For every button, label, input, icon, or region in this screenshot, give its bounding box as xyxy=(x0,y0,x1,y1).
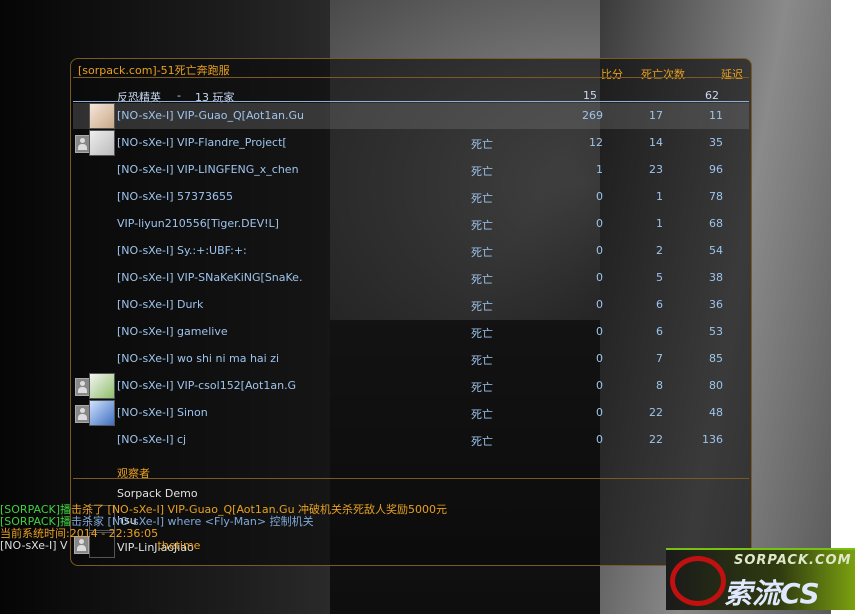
sketch-avatar xyxy=(89,130,115,156)
player-status: 死亡 xyxy=(471,435,493,448)
player-row: [NO-sXe-I] VIP-Flandre_Project[ 死亡 12 14 35 xyxy=(73,130,749,156)
player-row: [NO-sXe-I] gamelive 死亡 0 6 53 xyxy=(73,319,749,345)
column-deaths-header: 死亡次数 xyxy=(641,68,685,81)
player-status: 死亡 xyxy=(471,408,493,421)
friend-icon xyxy=(75,378,90,396)
player-score: 269 xyxy=(582,109,603,122)
logo-text-main: 索流CS xyxy=(724,577,820,610)
player-ping: 78 xyxy=(709,190,723,203)
team-divider xyxy=(73,101,749,102)
player-score: 0 xyxy=(596,433,603,446)
player-deaths: 2 xyxy=(656,244,663,257)
player-ping: 35 xyxy=(709,136,723,149)
player-name: [NO-sXe-I] Sy.:+:UBF:+: xyxy=(117,244,247,257)
player-score: 0 xyxy=(596,244,603,257)
spectators-divider xyxy=(73,478,749,479)
header-divider xyxy=(73,77,749,78)
player-deaths: 7 xyxy=(656,352,663,365)
player-row: [NO-sXe-I] wo shi ni ma hai zi 死亡 0 7 85 xyxy=(73,346,749,372)
anime-avatar xyxy=(89,400,115,426)
player-status: 死亡 xyxy=(471,165,493,178)
player-row: [NO-sXe-I] 57373655 死亡 0 1 78 xyxy=(73,184,749,210)
player-status: 死亡 xyxy=(471,273,493,286)
logo-ring-icon xyxy=(670,556,726,606)
player-ping: 53 xyxy=(709,325,723,338)
player-row: [NO-sXe-I] VIP-SNaKeKiNG[SnaKe. 死亡 0 5 38 xyxy=(73,265,749,291)
player-deaths: 17 xyxy=(649,109,663,122)
player-status: 死亡 xyxy=(471,327,493,340)
player-ping: 96 xyxy=(709,163,723,176)
player-name: [NO-sXe-I] cj xyxy=(117,433,187,446)
player-score: 0 xyxy=(596,298,603,311)
player-ping: 54 xyxy=(709,244,723,257)
player-row: [NO-sXe-I] VIP-csol152[Aot1an.G 死亡 0 8 80 xyxy=(73,373,749,399)
player-ping: 136 xyxy=(702,433,723,446)
player-score: 0 xyxy=(596,352,603,365)
player-score: 0 xyxy=(596,271,603,284)
girl-avatar xyxy=(89,103,115,129)
player-row: VIP-liyun210556[Tiger.DEV!L] 死亡 0 1 68 xyxy=(73,211,749,237)
player-deaths: 6 xyxy=(656,325,663,338)
player-score: 0 xyxy=(596,325,603,338)
player-ping: 38 xyxy=(709,271,723,284)
player-status: 死亡 xyxy=(471,300,493,313)
player-row: [NO-sXe-I] cj 死亡 0 22 136 xyxy=(73,427,749,453)
player-ping: 48 xyxy=(709,406,723,419)
column-score-header: 比分 xyxy=(601,68,623,81)
player-name: [NO-sXe-I] VIP-Guao_Q[Aot1an.Gu xyxy=(117,109,305,122)
scoreboard: [sorpack.com]-51死亡奔跑服 比分 死亡次数 延迟 反恐精英 - … xyxy=(70,58,752,566)
player-status: 死亡 xyxy=(471,354,493,367)
player-ping: 80 xyxy=(709,379,723,392)
player-deaths: 22 xyxy=(649,433,663,446)
player-name: [NO-sXe-I] Durk xyxy=(117,298,204,311)
column-ping-header: 延迟 xyxy=(721,68,743,81)
friend-icon xyxy=(75,135,90,153)
player-ping: 11 xyxy=(709,109,723,122)
player-status: 死亡 xyxy=(471,219,493,232)
logo-text-top: SORPACK.COM xyxy=(734,553,852,568)
player-row: [NO-sXe-I] Durk 死亡 0 6 36 xyxy=(73,292,749,318)
player-status: 死亡 xyxy=(471,192,493,205)
player-status: 死亡 xyxy=(471,246,493,259)
player-status: 死亡 xyxy=(471,138,493,151)
player-name: VIP-liyun210556[Tiger.DEV!L] xyxy=(117,217,279,230)
player-ping: 85 xyxy=(709,352,723,365)
player-row: [NO-sXe-I] VIP-Guao_Q[Aot1an.Gu 269 17 11 xyxy=(73,103,749,129)
spectator-name: Sorpack Demo xyxy=(117,487,198,500)
player-name: [NO-sXe-I] wo shi ni ma hai zi xyxy=(117,352,280,365)
player-deaths: 23 xyxy=(649,163,663,176)
window-edge xyxy=(831,0,857,614)
player-status: 死亡 xyxy=(471,381,493,394)
player-row: [NO-sXe-I] Sy.:+:UBF:+: 死亡 0 2 54 xyxy=(73,238,749,264)
player-name: [NO-sXe-I] 57373655 xyxy=(117,190,233,203)
player-name: [NO-sXe-I] VIP-LINGFENG_x_chen xyxy=(117,163,299,176)
player-deaths: 22 xyxy=(649,406,663,419)
player-deaths: 1 xyxy=(656,217,663,230)
player-row: [NO-sXe-I] Sinon 死亡 0 22 48 xyxy=(73,400,749,426)
player-deaths: 14 xyxy=(649,136,663,149)
player-name: [NO-sXe-I] Sinon xyxy=(117,406,208,419)
player-score: 12 xyxy=(589,136,603,149)
player-ping: 68 xyxy=(709,217,723,230)
player-score: 0 xyxy=(596,190,603,203)
player-name: [NO-sXe-I] VIP-SNaKeKiNG[SnaKe. xyxy=(117,271,303,284)
player-row: [NO-sXe-I] VIP-LINGFENG_x_chen 死亡 1 23 96 xyxy=(73,157,749,183)
player-name: [NO-sXe-I] VIP-csol152[Aot1an.G xyxy=(117,379,297,392)
sorpack-logo: SORPACK.COM 索流CS xyxy=(666,548,855,610)
server-title: [sorpack.com]-51死亡奔跑服 xyxy=(78,64,230,77)
player-score: 0 xyxy=(596,217,603,230)
player-deaths: 8 xyxy=(656,379,663,392)
friend-icon xyxy=(75,405,90,423)
player-deaths: 5 xyxy=(656,271,663,284)
chat-line: [NO-sXe-I] Vthetime xyxy=(0,539,201,552)
player-score: 0 xyxy=(596,406,603,419)
player-score: 0 xyxy=(596,379,603,392)
player-deaths: 1 xyxy=(656,190,663,203)
player-ping: 36 xyxy=(709,298,723,311)
cartoon-avatar xyxy=(89,373,115,399)
player-name: [NO-sXe-I] VIP-Flandre_Project[ xyxy=(117,136,287,149)
player-name: [NO-sXe-I] gamelive xyxy=(117,325,228,338)
player-deaths: 6 xyxy=(656,298,663,311)
player-score: 1 xyxy=(596,163,603,176)
